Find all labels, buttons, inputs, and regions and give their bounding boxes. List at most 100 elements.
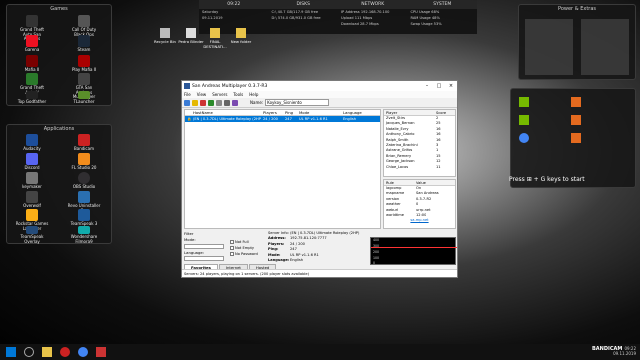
stats-header-disks: DISKS xyxy=(296,2,310,7)
keymaker-icon xyxy=(26,172,38,184)
record-icon[interactable] xyxy=(96,347,106,357)
stats-swap: Swap Usage 53% xyxy=(410,22,442,26)
thumbnail-placeholder xyxy=(581,19,629,75)
col-mode[interactable]: Mode xyxy=(297,110,341,115)
shortcut-play-mafia2[interactable]: Play Mafia II xyxy=(67,55,101,73)
shortcut-cod[interactable]: Call Of Duty Black Ops xyxy=(67,15,101,37)
mode-filter-input[interactable] xyxy=(184,244,224,249)
shortcut-tlauncher[interactable]: TLauncher xyxy=(67,91,101,105)
ping-graph: 400 300 200 100 0 xyxy=(370,237,457,265)
folder-icon xyxy=(210,28,220,38)
fence-games: Games Grand Theft Auto San Andreas Call … xyxy=(6,4,112,106)
start-icon[interactable] xyxy=(6,347,16,357)
window-titlebar[interactable]: San Andreas Multiplayer 0.3.7-R3 – □ × xyxy=(182,81,457,91)
maximize-button[interactable]: □ xyxy=(433,83,445,89)
col-hostname[interactable]: HostName xyxy=(191,110,261,115)
bandicam-icon xyxy=(78,134,90,146)
menu-tools[interactable]: Tools xyxy=(233,91,243,98)
samp-link[interactable]: sa-mp.net xyxy=(384,218,455,222)
search-icon[interactable] xyxy=(24,347,34,357)
language-filter-input[interactable] xyxy=(184,256,224,261)
chrome-icon[interactable] xyxy=(519,133,529,143)
col-rule[interactable]: Rule xyxy=(384,180,414,185)
minimize-button[interactable]: – xyxy=(421,83,433,89)
revo-icon xyxy=(78,191,90,203)
mafia-icon xyxy=(26,55,38,67)
col-score[interactable]: Score xyxy=(434,110,454,115)
desktop-new-folder[interactable]: New folder xyxy=(226,28,256,44)
col-players[interactable]: Players xyxy=(261,110,283,115)
col-ping[interactable]: Ping xyxy=(283,110,297,115)
status-bar: Servers: 24 players, playing on 1 server… xyxy=(182,269,457,277)
shortcut-steam[interactable]: Steam xyxy=(67,35,101,53)
filmora-icon xyxy=(78,226,90,234)
gta5-icon xyxy=(26,73,38,85)
rcon-icon[interactable] xyxy=(224,99,230,106)
shortcut-keymaker[interactable]: keymaker xyxy=(15,172,49,190)
chrome-taskbar-icon[interactable] xyxy=(78,347,88,357)
app-icon[interactable] xyxy=(571,97,581,107)
window-title: San Andreas Multiplayer 0.3.7-R3 xyxy=(192,83,268,89)
stats-header-time: 09:22 xyxy=(227,2,241,7)
close-button[interactable]: × xyxy=(445,83,457,89)
thumbnail-placeholder xyxy=(525,19,573,75)
delete-server-icon[interactable] xyxy=(200,99,206,106)
godfather-icon xyxy=(26,91,38,99)
shortcut-discord[interactable]: Discord xyxy=(15,153,49,171)
overwolf-icon xyxy=(26,191,38,203)
geforce-icon[interactable] xyxy=(519,97,529,107)
player-name-input[interactable] xyxy=(265,99,330,106)
shortcut-ts-overlay[interactable]: TeamSpeak Overlay xyxy=(15,226,49,244)
fence-power-title: Power & Extras xyxy=(558,6,596,12)
steam-icon xyxy=(78,35,90,47)
app-icon[interactable] xyxy=(571,133,581,143)
col-language[interactable]: Language xyxy=(341,110,371,115)
shortcut-godfather[interactable]: Top Godfather xyxy=(15,91,49,105)
bandicam-watermark: BANDICAM xyxy=(592,346,623,352)
col-value[interactable]: Value xyxy=(414,180,454,185)
fence-power-extras: Power & Extras xyxy=(518,4,636,80)
no-password-checkbox[interactable]: No Password xyxy=(230,252,258,256)
shortcut-audacity[interactable]: Audacity xyxy=(15,134,49,152)
settings-icon[interactable] xyxy=(232,99,238,106)
shortcut-bandicam[interactable]: Bandicam xyxy=(67,134,101,152)
shortcut-garena[interactable]: Garena xyxy=(15,35,49,53)
gta-sa-icon xyxy=(26,15,38,27)
taskbar: 09:22 09.11.2019 xyxy=(0,344,640,360)
server-row[interactable]: 🔒 (EN | 0.3.7DL) Ultimate Roleplay (2HP)… xyxy=(185,116,380,122)
stats-header-network: NETWORK xyxy=(361,2,385,7)
not-full-checkbox[interactable]: Not Full xyxy=(230,240,249,244)
obs-icon xyxy=(78,172,90,184)
shortcut-overwolf[interactable]: Overwolf xyxy=(15,191,49,209)
name-label: Name: xyxy=(250,100,264,105)
explorer-icon[interactable] xyxy=(42,347,52,357)
toolbar: Name: xyxy=(182,98,457,108)
rockstar-icon xyxy=(26,209,38,221)
col-player[interactable]: Player xyxy=(384,110,434,115)
fence-applications: Applications Audacity Bandicam Discord F… xyxy=(6,124,112,244)
refresh-icon[interactable] xyxy=(208,99,214,106)
shortcut-filmora[interactable]: Wondershare Filmora9 xyxy=(67,226,101,244)
samp-icon xyxy=(78,73,90,85)
fence-applications-title: Applications xyxy=(43,126,75,132)
app-icon[interactable] xyxy=(571,115,581,125)
discord-icon xyxy=(26,153,38,165)
shortcut-obs[interactable]: OBS Studio xyxy=(67,172,101,190)
fl-studio-icon xyxy=(78,153,90,165)
menu-file[interactable]: File xyxy=(184,91,191,98)
menu-servers[interactable]: Servers xyxy=(212,91,227,98)
shortcut-mafia2[interactable]: Mafia II xyxy=(15,55,49,73)
info-icon[interactable] xyxy=(216,99,222,106)
bandicam-taskbar-icon[interactable] xyxy=(60,347,70,357)
shortcut-fl-studio[interactable]: FL Studio 20 xyxy=(67,153,101,171)
nvidia-icon[interactable] xyxy=(519,115,529,125)
tlauncher-icon xyxy=(78,91,90,99)
stats-download: Download 28.7 Mbps xyxy=(341,22,379,26)
connect-icon[interactable] xyxy=(184,99,190,106)
add-server-icon[interactable] xyxy=(192,99,198,106)
not-empty-checkbox[interactable]: Not Empty xyxy=(230,246,254,250)
menu-help[interactable]: Help xyxy=(249,91,258,98)
player-row[interactable]: Chloe_Locos 11 xyxy=(384,165,455,170)
menu-view[interactable]: View xyxy=(197,91,207,98)
audacity-icon xyxy=(26,134,38,146)
